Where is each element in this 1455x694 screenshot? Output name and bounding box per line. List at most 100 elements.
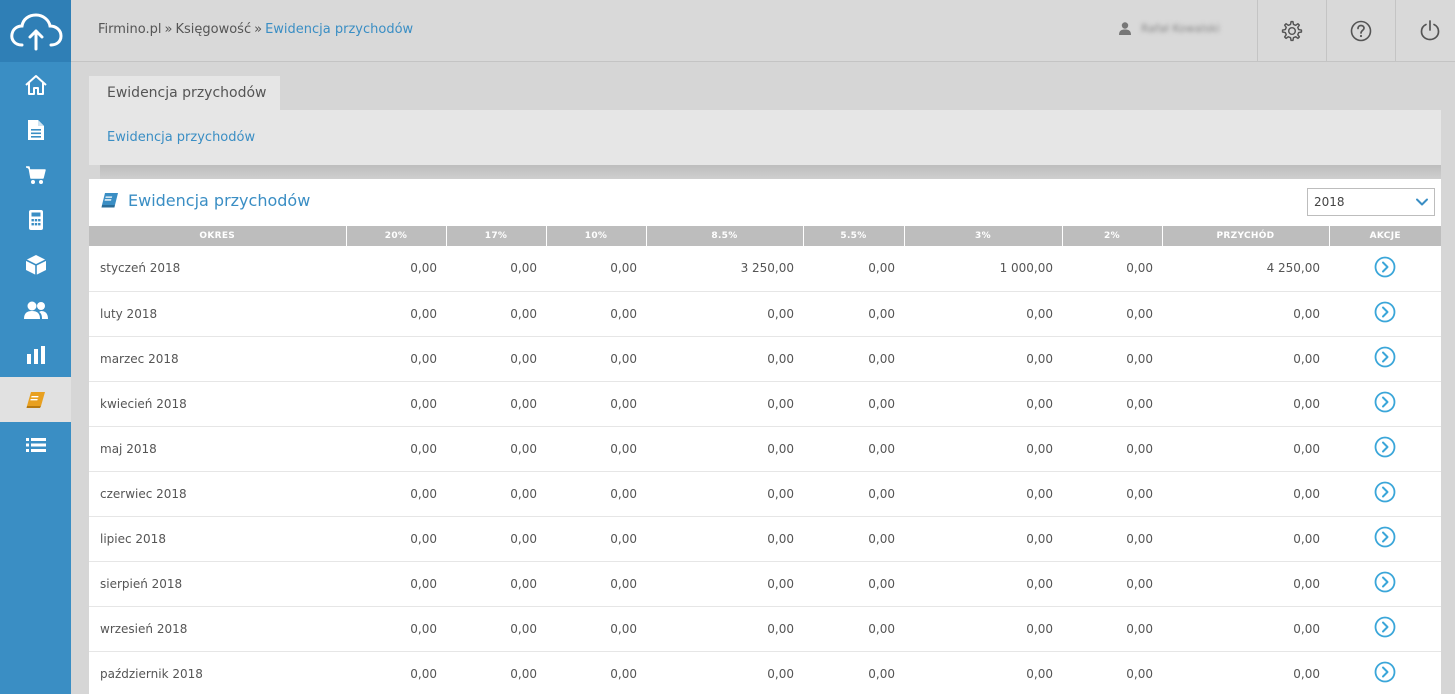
amount-cell: 0,00 — [446, 606, 546, 652]
logout-button[interactable] — [1395, 0, 1455, 61]
calculator-icon — [28, 209, 43, 230]
amount-cell: 0,00 — [446, 561, 546, 607]
period-cell: wrzesień 2018 — [89, 606, 346, 652]
amount-cell: 0,00 — [346, 336, 446, 382]
panel-shadow — [100, 165, 1441, 179]
column-header[interactable]: 2% — [1061, 226, 1162, 246]
topbar: Firmino.pl» Księgowość» Ewidencja przychod… — [71, 0, 1455, 62]
cart-icon — [25, 165, 46, 184]
sidebar-item-sales[interactable] — [0, 152, 71, 197]
sidebar-item-contacts[interactable] — [0, 287, 71, 332]
amount-cell: 0,00 — [446, 471, 546, 517]
table-row: lipiec 2018 0,00 0,00 0,00 0,00 0,00 0,00 0,00 0… — [89, 516, 1441, 562]
column-header[interactable]: 8.5% — [645, 226, 803, 246]
amount-cell: 0,00 — [1062, 561, 1162, 607]
sidebar-item-documents[interactable] — [0, 107, 71, 152]
year-select-value: 2018 — [1314, 195, 1345, 209]
sidebar-item-income-ledger[interactable] — [0, 377, 71, 422]
open-details-button[interactable] — [1374, 346, 1396, 371]
chevron-right-circle-icon — [1374, 436, 1396, 458]
open-details-button[interactable] — [1374, 436, 1396, 461]
amount-cell: 0,00 — [546, 336, 646, 382]
sidebar-item-home[interactable] — [0, 62, 71, 107]
amount-cell: 0,00 — [646, 516, 803, 562]
bar-chart-icon — [26, 345, 45, 364]
amount-cell: 0,00 — [546, 651, 646, 694]
breadcrumb-separator: » — [164, 22, 173, 37]
amount-cell: 0,00 — [1162, 651, 1329, 694]
column-header[interactable]: 10% — [545, 226, 646, 246]
period-cell: sierpień 2018 — [89, 561, 346, 607]
open-details-button[interactable] — [1374, 481, 1396, 506]
amount-cell: 0,00 — [346, 246, 446, 292]
amount-cell: 3 250,00 — [646, 246, 803, 292]
amount-cell: 0,00 — [646, 651, 803, 694]
chevron-right-circle-icon — [1374, 391, 1396, 413]
settings-button[interactable] — [1257, 0, 1325, 61]
chevron-right-circle-icon — [1374, 346, 1396, 368]
amount-cell: 0,00 — [346, 516, 446, 562]
amount-cell: 0,00 — [803, 426, 904, 472]
year-select[interactable]: 2018 — [1307, 188, 1435, 216]
chevron-right-circle-icon — [1374, 301, 1396, 323]
table-row: maj 2018 0,00 0,00 0,00 0,00 0,00 0,00 0,00 0,00 — [89, 426, 1441, 472]
period-cell: październik 2018 — [89, 651, 346, 694]
column-header[interactable]: 20% — [345, 226, 446, 246]
user-menu[interactable]: Rafał Kowalski — [1119, 22, 1220, 35]
chevron-down-icon — [1416, 198, 1428, 206]
amount-cell: 0,00 — [446, 651, 546, 694]
sidebar-item-list[interactable] — [0, 422, 71, 467]
actions-cell — [1329, 516, 1441, 562]
table-row: czerwiec 2018 0,00 0,00 0,00 0,00 0,00 0,00 0,0… — [89, 471, 1441, 517]
amount-cell: 0,00 — [1062, 426, 1162, 472]
open-details-button[interactable] — [1374, 256, 1396, 281]
column-header[interactable]: OKRES — [89, 226, 346, 246]
amount-cell: 0,00 — [646, 426, 803, 472]
actions-cell — [1329, 426, 1441, 472]
amount-cell: 0,00 — [1062, 516, 1162, 562]
period-cell: czerwiec 2018 — [89, 471, 346, 517]
period-cell: maj 2018 — [89, 426, 346, 472]
chevron-right-circle-icon — [1374, 526, 1396, 548]
table-row: październik 2018 0,00 0,00 0,00 0,00 0,00 0,00… — [89, 651, 1441, 694]
subnav-link-income-ledger[interactable]: Ewidencja przychodów — [107, 130, 255, 145]
open-details-button[interactable] — [1374, 526, 1396, 551]
actions-cell — [1329, 651, 1441, 694]
open-details-button[interactable] — [1374, 616, 1396, 641]
tab-income-ledger[interactable]: Ewidencja przychodów — [89, 76, 280, 110]
table-header-row: OKRES 20% 17% 10% 8.5% 5.5% 3% 2% PRZYCH… — [89, 226, 1441, 246]
column-header[interactable]: 3% — [903, 226, 1062, 246]
app-logo[interactable] — [0, 0, 71, 62]
open-details-button[interactable] — [1374, 301, 1396, 326]
breadcrumb-current[interactable]: Ewidencja przychodów — [265, 22, 413, 37]
column-header[interactable]: 5.5% — [802, 226, 904, 246]
column-header[interactable]: PRZYCHÓD — [1161, 226, 1329, 246]
help-icon — [1350, 20, 1371, 41]
chevron-right-circle-icon — [1374, 661, 1396, 683]
actions-cell — [1329, 606, 1441, 652]
column-header[interactable]: 17% — [445, 226, 546, 246]
sidebar-item-calculator[interactable] — [0, 197, 71, 242]
amount-cell: 0,00 — [803, 516, 904, 562]
breadcrumb-home[interactable]: Firmino.pl — [98, 22, 162, 37]
amount-cell: 0,00 — [646, 381, 803, 427]
sidebar-item-products[interactable] — [0, 242, 71, 287]
period-cell: lipiec 2018 — [89, 516, 346, 562]
open-details-button[interactable] — [1374, 571, 1396, 596]
amount-cell: 0,00 — [803, 606, 904, 652]
breadcrumb-accounting[interactable]: Księgowość — [175, 22, 251, 37]
amount-cell: 0,00 — [1162, 516, 1329, 562]
user-name: Rafał Kowalski — [1141, 22, 1220, 35]
amount-cell: 0,00 — [904, 651, 1062, 694]
amount-cell: 0,00 — [346, 606, 446, 652]
open-details-button[interactable] — [1374, 661, 1396, 686]
amount-cell: 0,00 — [346, 471, 446, 517]
column-header: AKCJE — [1328, 226, 1441, 246]
actions-cell — [1329, 291, 1441, 337]
help-button[interactable] — [1326, 0, 1394, 61]
card-header: Ewidencja przychodów 2018 — [89, 179, 1441, 226]
sidebar-item-reports[interactable] — [0, 332, 71, 377]
actions-cell — [1329, 561, 1441, 607]
open-details-button[interactable] — [1374, 391, 1396, 416]
list-icon — [25, 437, 46, 452]
